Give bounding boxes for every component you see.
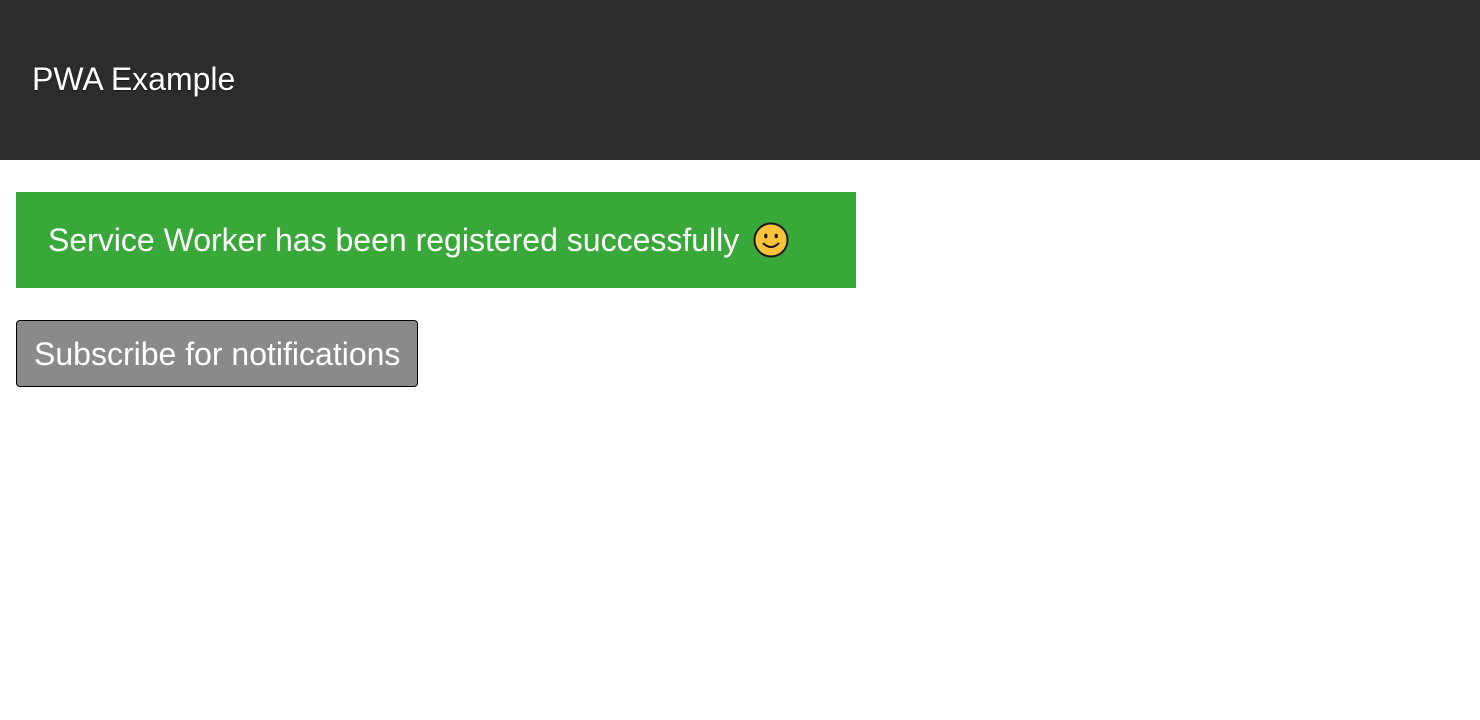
smiley-face-icon (753, 222, 789, 258)
subscribe-notifications-button[interactable]: Subscribe for notifications (16, 320, 419, 387)
page-title: PWA Example (32, 61, 236, 97)
status-banner: Service Worker has been registered succe… (16, 192, 856, 288)
status-message: Service Worker has been registered succe… (48, 222, 740, 258)
app-header: PWA Example (0, 0, 1480, 160)
